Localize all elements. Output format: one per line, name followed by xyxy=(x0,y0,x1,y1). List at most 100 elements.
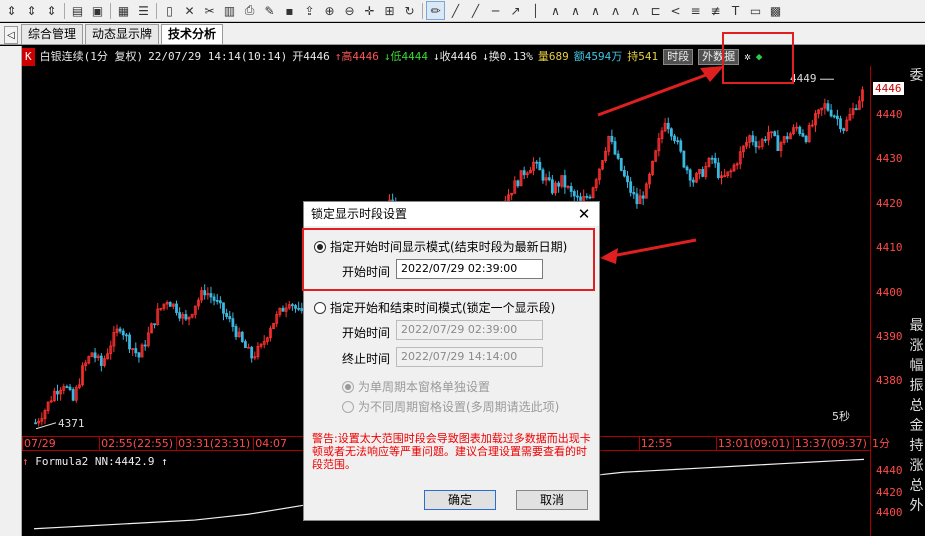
option-multi-period[interactable]: 为不同周期窗格设置(多周期请选此项) xyxy=(342,398,559,415)
candle-body xyxy=(751,135,755,143)
save-icon[interactable]: ▪ xyxy=(280,1,299,20)
crosshair-icon[interactable]: ✛ xyxy=(360,1,379,20)
zigzag-tool-icon[interactable]: ʌ xyxy=(606,1,625,20)
amount: 额4594万 xyxy=(573,50,623,63)
zoom-out-icon[interactable]: ⊖ xyxy=(340,1,359,20)
quote-label: 涨 xyxy=(909,458,924,474)
candle-body xyxy=(569,186,573,192)
zoom-in-icon[interactable]: ⊕ xyxy=(320,1,339,20)
tab-技术分析[interactable]: 技术分析 xyxy=(161,24,224,44)
list-icon[interactable]: ☰ xyxy=(134,1,153,20)
cancel-button[interactable]: 取消 xyxy=(516,490,588,510)
period-button[interactable]: 时段 xyxy=(663,49,694,65)
candle-body xyxy=(585,196,589,198)
refresh-icon[interactable]: ↻ xyxy=(400,1,419,20)
candle-body xyxy=(121,330,125,336)
candle-body xyxy=(839,118,842,130)
start-time-2-field[interactable]: 2022/07/29 02:39:00 xyxy=(396,320,543,340)
open-price: 开4446 xyxy=(292,50,330,63)
close-icon[interactable]: ✕ xyxy=(573,202,595,226)
candle-body xyxy=(178,312,182,319)
candle-body xyxy=(118,328,122,332)
candle-body xyxy=(93,352,97,359)
candle-body xyxy=(713,157,717,164)
candle-body xyxy=(691,179,695,183)
radio-disabled[interactable] xyxy=(342,400,354,413)
window-icon[interactable]: ▣ xyxy=(88,1,107,20)
fit-icon[interactable]: ⊞ xyxy=(380,1,399,20)
candle-body xyxy=(826,103,830,111)
arrow-up-down-icon[interactable]: ⇕ xyxy=(22,1,41,20)
end-time-field[interactable]: 2022/07/29 14:14:00 xyxy=(396,347,543,367)
channel-tool-icon[interactable]: ⊏ xyxy=(646,1,665,20)
candle-body xyxy=(563,175,567,188)
candle-body xyxy=(804,135,808,143)
wave-tool-icon[interactable]: ∧ xyxy=(566,1,585,20)
start-time-field[interactable]: 2022/07/29 02:39:00 xyxy=(396,259,543,279)
time-tick-mark xyxy=(22,437,23,450)
candle-body xyxy=(218,300,222,304)
radio-selected[interactable] xyxy=(314,240,326,253)
layout-icon[interactable]: ▤ xyxy=(68,1,87,20)
more-tool-icon[interactable]: ▩ xyxy=(766,1,785,20)
tab-scroll-left-icon[interactable]: ◁ xyxy=(4,26,18,44)
zigzag-tool-icon[interactable]: ʌ xyxy=(626,1,645,20)
candle-body xyxy=(215,299,219,302)
pencil-icon[interactable]: ✏ xyxy=(426,1,445,20)
time-tick: 03:31(23:31) xyxy=(178,437,251,450)
option-single-period[interactable]: 为单周期本窗格单独设置 xyxy=(342,378,490,395)
vline-tool-icon[interactable]: │ xyxy=(526,1,545,20)
print-icon[interactable]: ⎙ xyxy=(240,1,259,20)
candle-body xyxy=(184,314,188,320)
candle-body xyxy=(175,303,178,313)
candle-body xyxy=(622,170,626,177)
quote-label: 持 xyxy=(909,438,924,454)
candle-body xyxy=(222,302,225,314)
hline-tool-icon[interactable]: ─ xyxy=(486,1,505,20)
candle-body xyxy=(124,334,128,337)
new-file-icon[interactable]: ▯ xyxy=(160,1,179,20)
warning-text: 警告:设置太大范围时段会导致图表加载过多数据而出现卡顿或者无法响应等严重问题。建… xyxy=(312,432,591,471)
dialog-title-bar: 锁定显示时段设置 ✕ xyxy=(304,202,599,226)
candle-body xyxy=(557,182,561,187)
fan-tool-icon[interactable]: < xyxy=(666,1,685,20)
fib-tool-icon[interactable]: ≡ xyxy=(686,1,705,20)
tool-icon[interactable]: ✂ xyxy=(200,1,219,20)
chart-icon[interactable]: ▥ xyxy=(220,1,239,20)
time-unit-label: 1分 xyxy=(872,437,890,450)
gann-tool-icon[interactable]: ≢ xyxy=(706,1,725,20)
rect-tool-icon[interactable]: ▭ xyxy=(746,1,765,20)
wave-tool-icon[interactable]: ∧ xyxy=(546,1,565,20)
close-icon[interactable]: ✕ xyxy=(180,1,199,20)
quote-label: 幅 xyxy=(909,358,924,374)
option-start-end-mode[interactable]: 指定开始和结束时间模式(锁定一个显示段) xyxy=(314,299,555,316)
arrow-up-down-icon[interactable]: ⇕ xyxy=(2,1,21,20)
option-start-time-mode[interactable]: 指定开始时间显示模式(结束时段为最新日期) xyxy=(314,238,567,255)
sub-chart-arrow-icon[interactable]: ↑ xyxy=(22,455,29,468)
ok-button[interactable]: 确定 xyxy=(424,490,496,510)
start-time-2-label: 开始时间 xyxy=(342,326,391,340)
quote-label: 最 xyxy=(909,318,924,334)
quote-label: 涨 xyxy=(909,338,924,354)
radio-disabled-selected[interactable] xyxy=(342,380,354,393)
arrow-tool-icon[interactable]: ↗ xyxy=(506,1,525,20)
candle-body xyxy=(613,141,617,155)
line-tool-icon[interactable]: ╱ xyxy=(466,1,485,20)
wave-tool-icon[interactable]: ∧ xyxy=(586,1,605,20)
edit-icon[interactable]: ✎ xyxy=(260,1,279,20)
candle-body xyxy=(785,136,789,140)
candle-body xyxy=(572,191,576,197)
tab-综合管理[interactable]: 综合管理 xyxy=(21,24,84,44)
line-tool-icon[interactable]: ╱ xyxy=(446,1,465,20)
radio-unselected[interactable] xyxy=(314,301,326,314)
text-tool-icon[interactable]: T xyxy=(726,1,745,20)
candle-body xyxy=(832,115,836,118)
k-line-type-button[interactable]: K xyxy=(22,48,35,66)
tab-动态显示牌[interactable]: 动态显示牌 xyxy=(85,24,160,44)
arrow-up-down-icon[interactable]: ⇕ xyxy=(42,1,61,20)
value-up-arrow-icon: ↑ xyxy=(161,455,168,468)
open-interest: 持541 xyxy=(627,50,659,63)
export-icon[interactable]: ⇪ xyxy=(300,1,319,20)
period-label: 5秒 xyxy=(832,409,850,423)
grid-icon[interactable]: ▦ xyxy=(114,1,133,20)
